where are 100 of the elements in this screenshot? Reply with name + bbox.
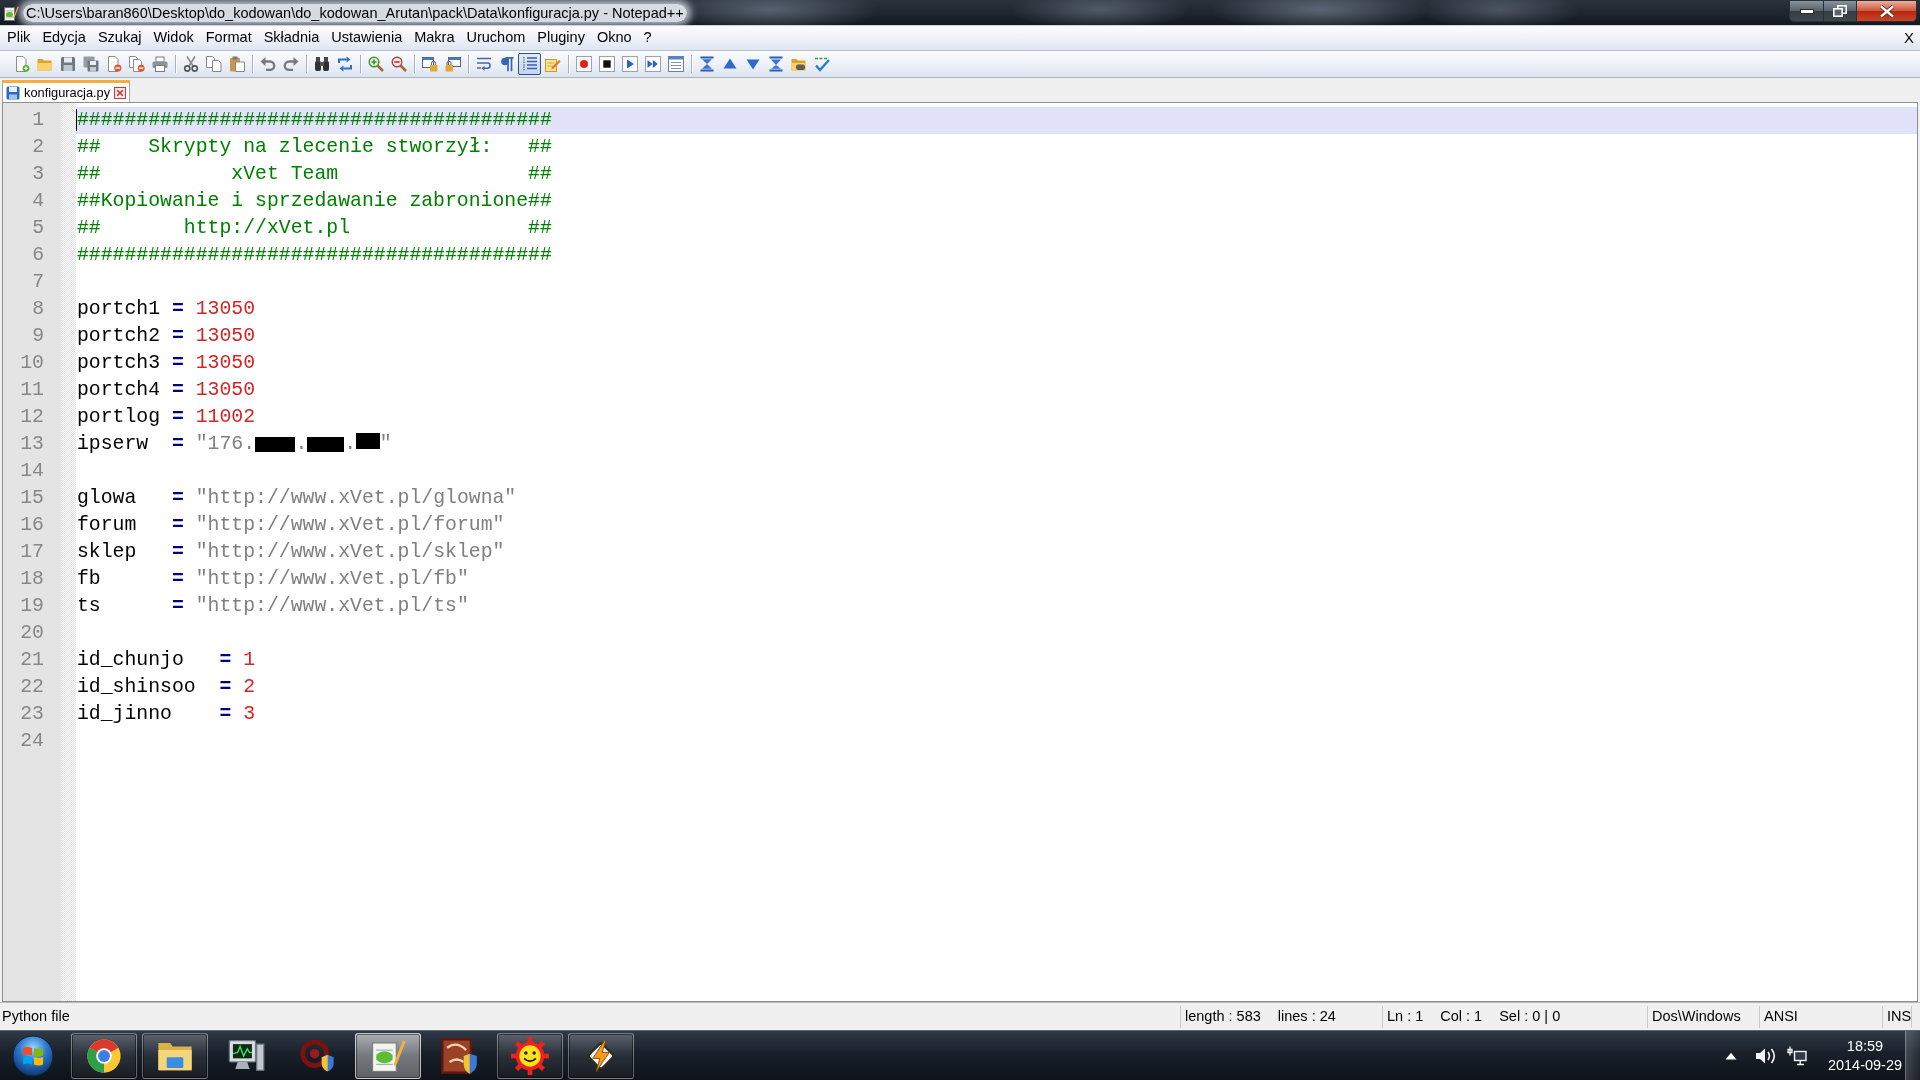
line-number: 12 [20,405,44,430]
redaction-block [255,437,296,452]
cursor-column: Col : 1 [1440,1005,1483,1028]
check-mark-icon [813,56,830,72]
variable-name: forum [77,514,137,536]
restore-button[interactable] [1824,0,1857,22]
sun-smiley-icon [511,1036,549,1075]
play-icon [621,56,638,72]
operator-sign: = [219,676,232,698]
show-desktop-button[interactable] [1905,1031,1920,1080]
binoculars-icon [313,56,330,72]
undo-icon [259,56,276,72]
close-icon [114,86,127,99]
file-type-label: Python file [2,1006,70,1026]
comment-text: ## xVet Team ## [77,163,552,185]
redo-icon [282,56,299,72]
colored-wheel-icon [85,1036,123,1075]
folder-icon [790,56,807,72]
string-literal: "http://www.xVet.pl/glowna" [195,487,517,509]
string-literal: " [379,433,392,455]
menu-item[interactable]: ? [637,27,658,49]
variable-name: portch2 [77,325,161,347]
operator-sign: = [172,298,184,320]
page-minus-icon [105,56,122,72]
line-number: 16 [20,513,44,538]
operator-sign: = [172,406,184,428]
operator-sign: = [172,487,184,509]
operator-sign: = [172,379,184,401]
menu-item[interactable]: Składnia [257,27,326,49]
window-lock-icon [421,56,438,72]
comment-text: ## Skrypty na zlecenie stworzył: ## [77,136,552,158]
text-cursor [76,108,77,131]
line-number: 6 [32,243,44,268]
line-number: 23 [20,702,44,727]
string-literal: . [295,433,308,455]
document-length: length : 583 [1185,1006,1261,1026]
floppy-disks-icon [82,56,99,72]
menu-item[interactable]: Format [199,27,258,49]
operator-sign: = [172,595,184,617]
zoom-out-icon [390,56,407,72]
cursor-line: Ln : 1 [1387,1006,1424,1026]
line-number: 21 [20,648,44,673]
operator-sign: = [172,433,184,455]
number-literal: 13050 [195,325,256,347]
file-tab[interactable]: konfiguracja.py [2,80,131,102]
string-literal: "http://www.xVet.pl/forum" [195,514,505,536]
operator-sign: = [172,514,184,536]
number-literal: 13050 [195,352,256,374]
variable-name: id_jinno [77,703,172,725]
new-file-icon [13,56,30,72]
line-endings-label: Dos\Windows [1652,1006,1741,1026]
close-button[interactable] [1857,0,1917,22]
comment-text: ######################################## [77,244,552,266]
menu-item[interactable]: Widok [147,27,200,49]
window-lock-icon [444,56,461,72]
number-literal: 13050 [195,298,256,320]
taskbar-button[interactable] [568,1032,634,1079]
variable-name: id_shinsoo [77,676,196,698]
minimize-icon [1799,8,1814,14]
clock-date: 2014-09-29 [1827,1055,1903,1075]
line-count: lines : 24 [1277,1006,1336,1026]
redaction-block [307,437,345,452]
menu-item[interactable]: Uruchom [460,27,532,49]
line-number: 18 [20,567,44,592]
line-number: 13 [20,432,44,457]
menu-item[interactable]: Ustawienia [325,27,409,49]
note-pencil-icon [544,56,561,72]
operator-sign: = [172,325,184,347]
line-number: 4 [32,189,44,214]
line-number: 3 [32,162,44,187]
taskbar-button[interactable] [497,1032,563,1079]
operator-sign: = [172,541,184,563]
fast-forward-icon [644,56,661,72]
taskbar-button[interactable] [142,1032,208,1079]
operator-sign: = [172,568,184,590]
number-literal: 3 [243,703,256,725]
operator-sign: = [219,703,232,725]
menu-item[interactable]: Plik [1,27,37,49]
variable-name: portch4 [77,379,161,401]
menu-item[interactable]: Edycja [36,27,92,49]
selection-info: Sel : 0 | 0 [1499,1006,1561,1026]
minimize-button[interactable] [1789,0,1824,22]
menu-item[interactable]: Makra [408,27,461,49]
taskbar-button[interactable] [355,1032,421,1079]
pilcrow-icon [498,56,515,72]
clock-time: 18:59 [1846,1036,1884,1056]
list-window-icon [667,56,684,72]
close-document-button[interactable]: X [1904,26,1914,50]
number-literal: 1 [243,649,256,671]
menu-item[interactable]: Pluginy [531,27,591,49]
taskbar-button[interactable] [71,1032,137,1079]
menu-item[interactable]: Okno [590,27,638,49]
toolbar-button[interactable] [518,53,541,75]
comment-text: ######################################## [77,109,552,131]
line-number: 8 [32,297,44,322]
stop-icon [598,56,615,72]
menu-item[interactable]: Szukaj [91,27,148,49]
comment-text: ##Kopiowanie i sprzedawanie zabronione## [77,190,552,212]
string-literal: "http://www.xVet.pl/ts" [195,595,469,617]
variable-name: ts [77,595,101,617]
